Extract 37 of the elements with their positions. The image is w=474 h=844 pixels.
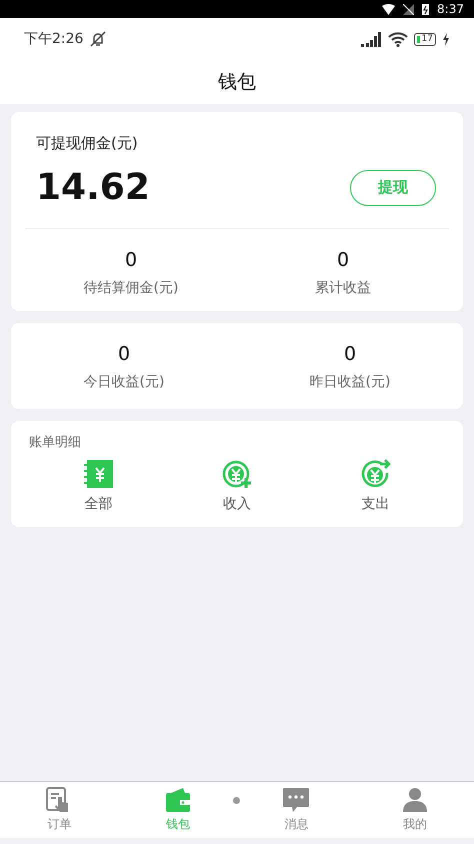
nav-tab[interactable]: 订单	[0, 782, 118, 838]
section-title: 账单明细	[29, 434, 82, 451]
wifi-icon	[382, 4, 396, 14]
charging-icon	[442, 32, 450, 46]
stat-label: 待结算佣金(元)	[84, 279, 178, 297]
stat-label: 昨日收益(元)	[310, 373, 390, 391]
battery-icon	[422, 3, 430, 15]
coin-plus-icon	[221, 459, 253, 489]
muted-bell-icon	[89, 31, 108, 47]
stat-value: 0	[118, 343, 130, 365]
clock: 8:37	[437, 2, 464, 16]
nav-tab[interactable]: 我的	[356, 782, 474, 838]
stat-label: 今日收益(元)	[84, 373, 164, 391]
bill-filter-button[interactable]: 收入	[168, 459, 306, 513]
stat-label: 累计收益	[315, 279, 371, 297]
stat-value: 0	[344, 343, 356, 365]
notification-dot	[233, 797, 240, 804]
coin-arrow-icon	[360, 459, 392, 489]
notebook-icon	[83, 459, 114, 489]
nav-tab[interactable]: 消息	[237, 782, 356, 838]
signal-icon	[360, 31, 382, 47]
wallet-icon	[164, 787, 191, 813]
wifi-icon	[388, 32, 408, 46]
withdraw-button[interactable]: 提现	[350, 170, 436, 206]
balance-label: 可提现佣金(元)	[35, 134, 139, 153]
battery-indicator: 17	[414, 32, 436, 46]
status-time: 下午2:26	[24, 30, 84, 48]
stat-value: 0	[336, 249, 350, 271]
bill-filter-button[interactable]: 全部	[29, 459, 168, 513]
bill-filter-button[interactable]: 支出	[306, 459, 446, 513]
balance-amount: 14.62	[36, 167, 150, 208]
page-title: 钱包	[218, 70, 256, 95]
chat-bubble-icon	[282, 787, 310, 813]
no-signal-icon	[403, 4, 414, 14]
person-icon	[402, 787, 428, 813]
stat-value: 0	[124, 249, 138, 271]
nav-tab[interactable]: 钱包	[118, 782, 237, 838]
